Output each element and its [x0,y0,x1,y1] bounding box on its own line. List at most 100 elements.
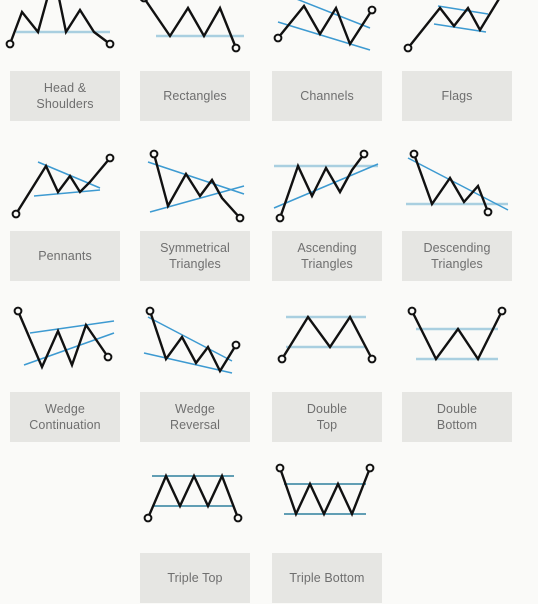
pattern-label-line: Bottom [436,418,478,432]
pattern-label-wedge-continuation: Wedge Continuation [10,392,120,442]
pattern-label-line: Continuation [29,418,101,432]
pattern-label-box-descending-triangles[interactable]: Descending Triangles [402,231,512,281]
pattern-cell-triple-top[interactable] [140,460,250,540]
pattern-label-box-flags[interactable]: Flags [402,71,512,121]
pattern-svg-ascending-triangles [273,149,379,223]
endpoint-marker-1 [409,149,419,159]
pattern-label-triple-top: Triple Top [140,553,250,603]
endpoint-marker-1 [277,354,287,364]
price-path [280,314,374,360]
pattern-figure-flags [402,0,512,72]
endpoint-marker-1 [407,306,417,316]
pattern-label-box-double-bottom[interactable]: Double Bottom [402,392,512,442]
endpoint-marker-2 [105,39,115,49]
pattern-label-box-channels[interactable]: Channels [272,71,382,121]
price-path [277,3,374,47]
pattern-svg-triple-top [143,472,243,523]
pattern-figure-wedge-continuation [10,303,120,383]
annotation-wedge-upper [147,316,233,362]
pattern-label-line: Flags [441,89,473,103]
pattern-cell-triple-bottom[interactable] [272,460,382,540]
pattern-label-box-double-top[interactable]: Double Top [272,392,382,442]
pattern-label-box-rectangles[interactable]: Rectangles [140,71,250,121]
pattern-svg-double-bottom [407,306,507,362]
price-path [146,472,240,519]
pattern-label-line: Channels [300,89,354,103]
endpoint-marker-1 [273,33,283,43]
pattern-cell-head-and-shoulders[interactable] [5,0,120,72]
pattern-label-line: Descending [423,241,491,255]
endpoint-marker-1 [275,463,285,473]
pattern-cell-wedge-reversal[interactable] [140,303,250,383]
pattern-label-symmetrical-triangles: Symmetrical Triangles [140,231,250,281]
pattern-svg-symmetrical-triangles [147,149,245,223]
endpoint-marker-1 [145,306,155,316]
annotation-wedge-upper [29,320,115,334]
endpoint-marker-2 [231,340,241,350]
pattern-label-double-top: Double Top [272,392,382,442]
pattern-label-box-symmetrical-triangles[interactable]: Symmetrical Triangles [140,231,250,281]
pattern-label-ascending-triangles: Ascending Triangles [272,231,382,281]
pattern-svg-channels [273,0,377,51]
pattern-figure-head-and-shoulders [5,0,120,72]
pattern-label-box-head-and-shoulders[interactable]: Head & Shoulders [10,71,120,121]
pattern-grid: Head & Shoulders Rectangles Channels Flags Pe… [0,0,538,604]
pattern-cell-pennants[interactable] [10,148,120,228]
price-path [152,153,241,219]
annotation-pennant-upper [37,161,101,189]
pattern-label-line: Double [436,402,478,416]
pattern-label-line: Wedge [45,402,85,416]
pattern-svg-double-top [277,314,377,364]
endpoint-marker-2 [359,149,369,159]
pattern-figure-triple-top [140,460,250,540]
pattern-label-line: Triple Top [167,571,223,585]
pattern-svg-rectangles [140,0,244,53]
pattern-label-box-ascending-triangles[interactable]: Ascending Triangles [272,231,382,281]
pattern-label-line: Pennants [38,249,92,263]
pattern-label-line: Shoulders [36,97,94,111]
endpoint-marker-2 [235,213,245,223]
pattern-cell-double-top[interactable] [272,303,382,383]
pattern-cell-flags[interactable] [402,0,512,72]
pattern-label-box-wedge-reversal[interactable]: Wedge Reversal [140,392,250,442]
pattern-label-box-pennants[interactable]: Pennants [10,231,120,281]
endpoint-marker-2 [483,207,493,217]
pattern-figure-wedge-reversal [140,303,250,383]
price-path [278,467,372,518]
endpoint-marker-2 [497,306,507,316]
pattern-label-wedge-reversal: Wedge Reversal [140,392,250,442]
pattern-label-box-wedge-continuation[interactable]: Wedge Continuation [10,392,120,442]
pattern-cell-channels[interactable] [272,0,382,72]
pattern-label-line: Top [316,418,338,432]
pattern-label-line: Rectangles [163,89,227,103]
endpoint-marker-2 [103,352,113,362]
pattern-cell-wedge-continuation[interactable] [10,303,120,383]
endpoint-marker-2 [233,513,243,523]
pattern-label-flags: Flags [402,71,512,121]
pattern-figure-symmetrical-triangles [140,148,250,228]
pattern-label-line: Triangles [301,257,353,271]
endpoint-marker-1 [13,306,23,316]
pattern-figure-ascending-triangles [272,148,382,228]
pattern-figure-double-top [272,303,382,383]
pattern-label-line: Double [306,402,348,416]
endpoint-marker-2 [365,463,375,473]
pattern-cell-rectangles[interactable] [140,0,250,72]
price-path [278,153,365,219]
pattern-label-line: Triangles [431,257,483,271]
pattern-cell-symmetrical-triangles[interactable] [140,148,250,228]
pattern-cell-descending-triangles[interactable] [402,148,512,228]
pattern-svg-pennants [11,153,115,219]
endpoint-marker-1 [140,0,148,3]
pattern-label-line: Ascending [297,241,357,255]
pattern-cell-ascending-triangles[interactable] [272,148,382,228]
pattern-label-box-triple-top[interactable]: Triple Top [140,553,250,603]
pattern-label-line: Triangles [169,257,221,271]
price-path [410,310,504,362]
pattern-label-box-triple-bottom[interactable]: Triple Bottom [272,553,382,603]
annotation-pennant-lower [33,189,101,197]
pattern-figure-triple-bottom [272,460,382,540]
price-path [407,0,500,49]
pattern-figure-double-bottom [402,303,512,383]
pattern-cell-double-bottom[interactable] [402,303,512,383]
